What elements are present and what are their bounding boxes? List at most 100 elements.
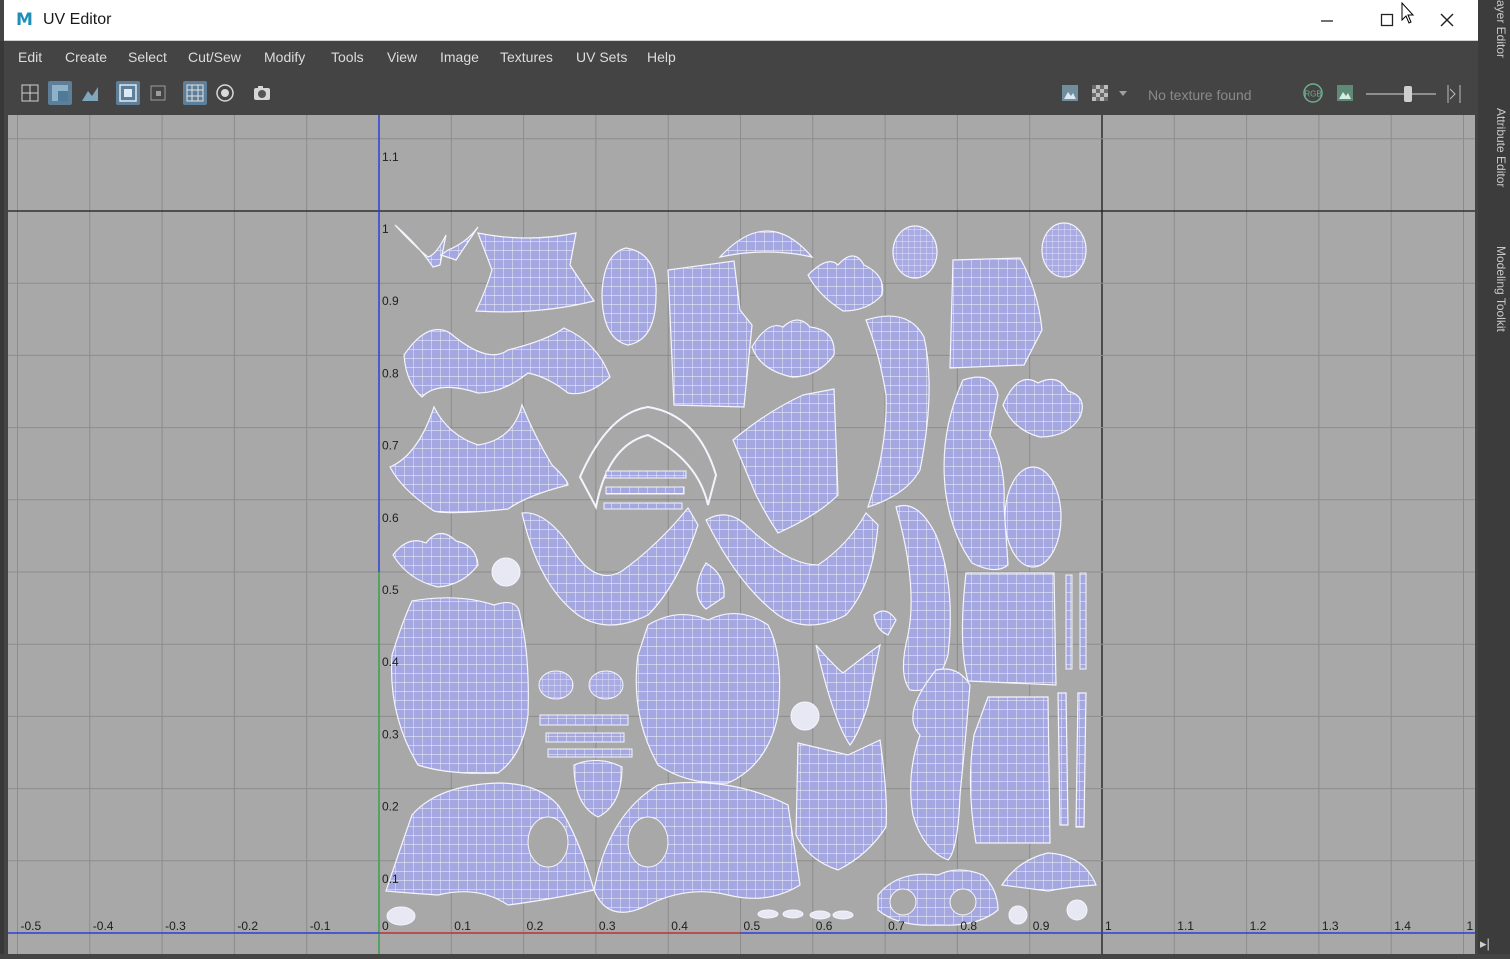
uv-shell[interactable] bbox=[832, 910, 854, 920]
grid-toggle-button[interactable] bbox=[183, 81, 207, 105]
minimize-button[interactable] bbox=[1297, 0, 1357, 40]
uv-shell[interactable] bbox=[545, 732, 625, 743]
uv-shell[interactable] bbox=[807, 255, 884, 312]
uv-shell[interactable] bbox=[1079, 572, 1087, 670]
uv-shell[interactable] bbox=[390, 597, 529, 774]
uv-shell[interactable] bbox=[1002, 378, 1083, 438]
uv-shell[interactable] bbox=[601, 247, 657, 346]
uv-shell[interactable] bbox=[539, 714, 629, 726]
uv-shell[interactable] bbox=[1041, 222, 1087, 278]
texture-borders-button[interactable] bbox=[78, 81, 102, 105]
menu-modify[interactable]: Modify bbox=[264, 49, 305, 65]
uv-shell[interactable] bbox=[1057, 692, 1069, 826]
uv-shell[interactable] bbox=[538, 670, 574, 700]
frame-all-icon[interactable] bbox=[1442, 83, 1464, 105]
exposure-image-button[interactable] bbox=[1333, 81, 1357, 105]
uv-shell[interactable] bbox=[895, 505, 951, 692]
uv-shell[interactable] bbox=[547, 748, 633, 758]
exposure-slider[interactable] bbox=[1364, 85, 1438, 103]
uv-shell[interactable] bbox=[969, 696, 1051, 844]
uv-shell[interactable] bbox=[627, 816, 669, 868]
uv-shell[interactable] bbox=[635, 612, 781, 784]
u-axis-label: 0.9 bbox=[1033, 919, 1050, 933]
uv-shell[interactable] bbox=[1065, 574, 1073, 670]
uv-shell[interactable] bbox=[521, 506, 699, 626]
pixel-snap-button[interactable] bbox=[213, 81, 237, 105]
uv-shell[interactable] bbox=[732, 388, 839, 534]
uv-shell[interactable] bbox=[782, 909, 804, 919]
menu-select[interactable]: Select bbox=[128, 49, 167, 65]
uv-shell[interactable] bbox=[573, 759, 623, 818]
dim-image-button[interactable] bbox=[116, 81, 140, 105]
uv-shell[interactable] bbox=[605, 470, 687, 479]
menu-cut-sew[interactable]: Cut/Sew bbox=[188, 49, 241, 65]
uv-shell[interactable] bbox=[696, 562, 725, 610]
checker-icon bbox=[1092, 85, 1108, 101]
menu-textures[interactable]: Textures bbox=[500, 49, 553, 65]
menu-uv-sets[interactable]: UV Sets bbox=[576, 49, 627, 65]
uv-shell[interactable] bbox=[718, 230, 814, 258]
menu-bar: Edit Create Select Cut/Sew Modify Tools … bbox=[4, 41, 1478, 73]
uv-shell[interactable] bbox=[705, 512, 879, 626]
uv-shell[interactable] bbox=[439, 226, 479, 261]
exposure-image-icon bbox=[1337, 85, 1353, 101]
uv-shell[interactable] bbox=[865, 315, 930, 508]
uv-shell[interactable] bbox=[809, 910, 831, 920]
uv-shell[interactable] bbox=[873, 610, 897, 636]
uv-shell[interactable] bbox=[889, 888, 917, 916]
uv-viewport[interactable]: -0.5 -0.4 -0.3 -0.2 -0.1 0 0.1 0.2 0.3 0.4 0.5 0.6 0… bbox=[8, 115, 1475, 954]
u-axis-label: 1.3 bbox=[1322, 919, 1339, 933]
tab-layer-editor[interactable]: ayer Editor bbox=[1494, 0, 1508, 58]
uv-shell[interactable] bbox=[605, 486, 685, 495]
uv-shell[interactable] bbox=[949, 257, 1043, 369]
menu-create[interactable]: Create bbox=[65, 49, 107, 65]
expand-arrow-icon[interactable]: ▸| bbox=[1480, 936, 1490, 952]
checker-button[interactable] bbox=[1088, 81, 1112, 105]
uv-shell[interactable] bbox=[491, 557, 521, 587]
uv-shell[interactable] bbox=[386, 906, 416, 926]
uv-shell[interactable] bbox=[949, 888, 977, 916]
tab-modeling-toolkit[interactable]: Modeling Toolkit bbox=[1494, 246, 1508, 332]
uv-shell[interactable] bbox=[1075, 692, 1087, 828]
tab-attribute-editor[interactable]: Attribute Editor bbox=[1494, 108, 1508, 187]
uv-shell[interactable] bbox=[394, 224, 447, 268]
uv-shell[interactable] bbox=[1008, 905, 1028, 925]
rgb-channel-button[interactable]: RGB bbox=[1301, 81, 1325, 105]
uv-shell[interactable] bbox=[795, 739, 887, 871]
checker-dropdown[interactable] bbox=[1116, 81, 1130, 105]
uv-shell[interactable] bbox=[943, 376, 1009, 571]
uv-shell[interactable] bbox=[389, 403, 569, 514]
shaded-uv-button[interactable] bbox=[48, 81, 72, 105]
menu-image[interactable]: Image bbox=[440, 49, 479, 65]
menu-edit[interactable]: Edit bbox=[18, 49, 42, 65]
menu-help[interactable]: Help bbox=[647, 49, 676, 65]
uv-shell[interactable] bbox=[1004, 466, 1062, 568]
menu-tools[interactable]: Tools bbox=[331, 49, 364, 65]
uv-shell[interactable] bbox=[603, 502, 683, 510]
u-axis-label: 1.1 bbox=[1177, 919, 1194, 933]
uv-shell[interactable] bbox=[593, 781, 801, 913]
snapshot-button[interactable] bbox=[250, 81, 274, 105]
uv-shell[interactable] bbox=[751, 319, 835, 378]
uv-shell[interactable] bbox=[392, 532, 479, 588]
uv-grid-button[interactable] bbox=[18, 81, 42, 105]
image-region-button[interactable] bbox=[146, 81, 170, 105]
uv-shell[interactable] bbox=[892, 225, 938, 279]
uv-shell[interactable] bbox=[475, 232, 595, 313]
exposure-slider-handle[interactable] bbox=[1404, 86, 1412, 102]
uv-shell[interactable] bbox=[403, 327, 611, 398]
uv-shell[interactable] bbox=[961, 572, 1057, 686]
u-axis-label: -0.2 bbox=[237, 919, 258, 933]
uv-shell[interactable] bbox=[790, 701, 820, 731]
uv-shell[interactable] bbox=[1066, 899, 1088, 921]
uv-shell[interactable] bbox=[815, 643, 881, 747]
menu-view[interactable]: View bbox=[387, 49, 417, 65]
uv-shell[interactable] bbox=[757, 909, 779, 919]
display-image-button[interactable] bbox=[1058, 81, 1082, 105]
uv-shell[interactable] bbox=[910, 668, 971, 861]
uv-shell[interactable] bbox=[1000, 852, 1097, 892]
uv-canvas[interactable]: -0.5 -0.4 -0.3 -0.2 -0.1 0 0.1 0.2 0.3 0.4 0.5 0.6 0… bbox=[8, 115, 1475, 954]
uv-shell[interactable] bbox=[527, 816, 569, 868]
close-button[interactable] bbox=[1417, 0, 1477, 40]
uv-shell[interactable] bbox=[588, 670, 624, 700]
